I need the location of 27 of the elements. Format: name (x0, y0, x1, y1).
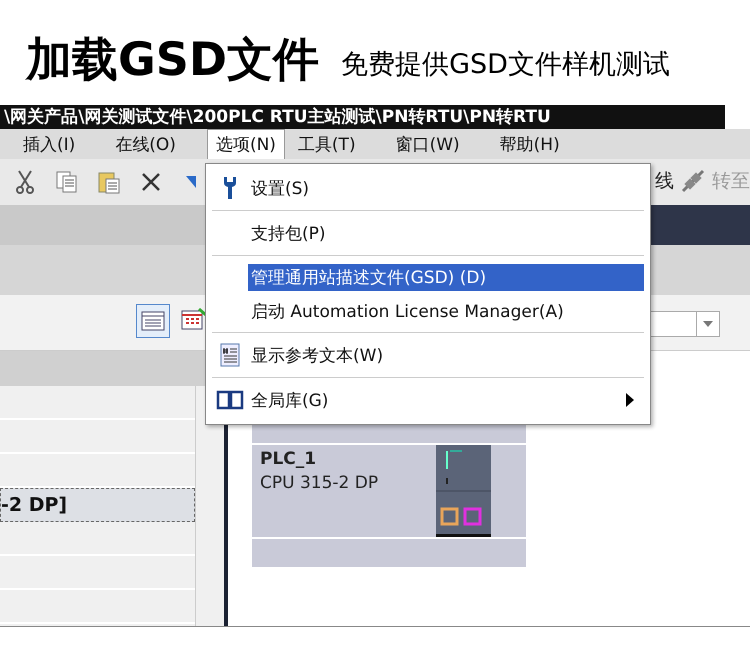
menu-item[interactable]: 在线(O) (106, 128, 185, 160)
submenu-arrow-icon (626, 393, 634, 407)
toolbar-label[interactable]: 线 (655, 168, 674, 194)
text-document-icon (220, 343, 240, 367)
wrench-icon (223, 176, 237, 200)
menu-option[interactable]: 设置(S) (248, 174, 644, 202)
menu-option[interactable]: 支持包(P) (248, 220, 644, 246)
banner-subtitle: 免费提供GSD文件样机测试 (341, 51, 670, 82)
menu-item[interactable]: 插入(I) (14, 128, 84, 160)
table-icon (141, 311, 165, 331)
menu-item[interactable]: 工具(T) (288, 128, 365, 160)
menu-option[interactable]: 全局库(G) (248, 386, 644, 414)
device-type: CPU 315-2 DP (260, 472, 380, 492)
cpu-module-drawing[interactable] (436, 444, 491, 536)
menu-item[interactable]: 帮助(H) (490, 128, 569, 160)
table-view-button[interactable] (136, 304, 170, 338)
book-icon (216, 390, 244, 410)
tree-row[interactable]: -2 DP] (0, 488, 195, 522)
menu-item[interactable]: 窗口(W) (386, 128, 469, 160)
dropdown-arrow-icon (703, 321, 713, 327)
connection-icon[interactable] (680, 168, 706, 194)
window-title: \网关产品\网关测试文件\200PLC RTU主站测试\PN转RTU\PN转RTU (0, 105, 725, 129)
device-name: PLC_1 (260, 448, 318, 468)
menu-option[interactable]: 管理通用站描述文件(GSD) (D) (248, 264, 644, 290)
menu-option[interactable]: 显示参考文本(W) (248, 342, 644, 368)
banner-title: 加载GSD文件 (26, 36, 320, 82)
menu-item[interactable]: 选项(N) (206, 129, 285, 159)
